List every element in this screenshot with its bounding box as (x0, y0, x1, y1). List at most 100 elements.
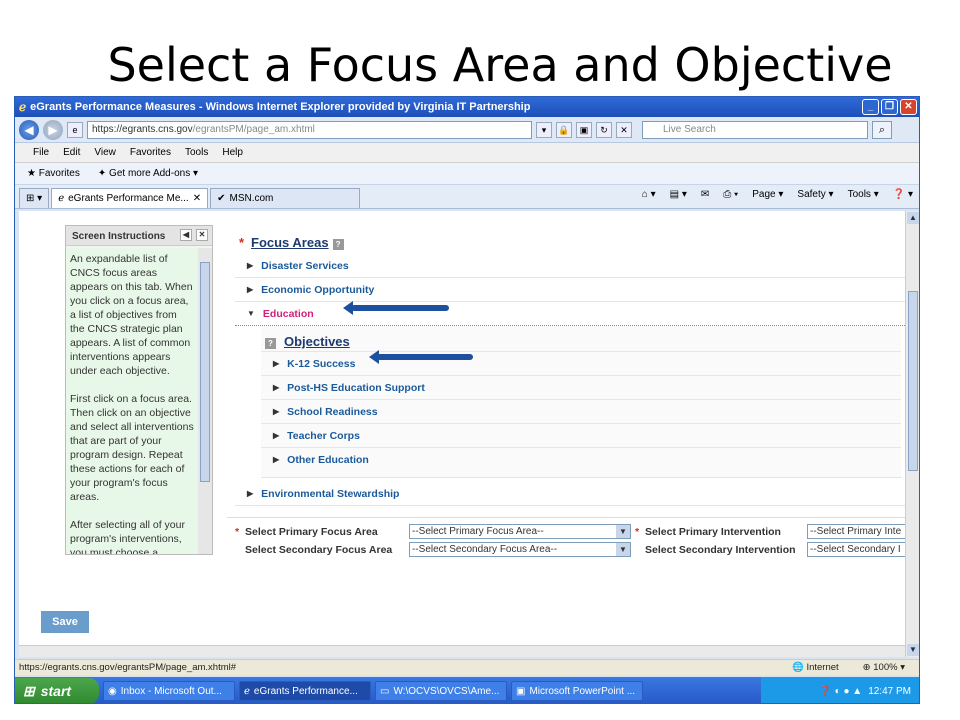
start-button[interactable]: ⊞ start (15, 678, 99, 703)
expand-icon: ▶ (273, 383, 280, 392)
page-vertical-scrollbar[interactable]: ▲ ▼ (905, 211, 919, 657)
msn-icon: ✔ (217, 193, 226, 204)
favorites-button[interactable]: ★ Favorites (27, 168, 80, 179)
addon-icon: ✦ (97, 168, 107, 179)
mail-icon[interactable]: ✉ (701, 189, 709, 200)
favorites-bar: ★ Favorites ✦ Get more Add-ons ▾ (15, 163, 919, 185)
safety-menu[interactable]: Safety ▾ (797, 189, 833, 200)
pointer-arrow-education (343, 301, 449, 315)
compat-icon[interactable]: ▣ (576, 121, 592, 138)
menu-view[interactable]: View (94, 147, 116, 158)
page-icon: e (67, 121, 83, 138)
objective-k12-success[interactable]: ▶ K-12 Success (261, 351, 901, 375)
instructions-scrollbar[interactable] (198, 248, 212, 554)
focus-area-education[interactable]: ▼ Education (235, 302, 905, 326)
chevron-down-icon: ▼ (616, 543, 630, 556)
page-horizontal-scrollbar[interactable] (19, 645, 905, 657)
primary-focus-select[interactable]: --Select Primary Focus Area-- ▼ (409, 524, 631, 539)
primary-intervention-select[interactable]: --Select Primary Inte (807, 524, 907, 539)
menu-file[interactable]: File (33, 147, 49, 158)
expand-icon: ▶ (247, 489, 254, 498)
stop-icon[interactable]: ✕ (616, 121, 632, 138)
powerpoint-icon: ▣ (516, 685, 526, 697)
internet-zone: 🌐 Internet (791, 662, 839, 673)
windows-logo-icon: ⊞ (23, 682, 35, 699)
help-icon[interactable]: ❓ ▾ (893, 189, 913, 200)
print-icon[interactable]: ⎙ ▾ (723, 189, 738, 200)
forward-button[interactable]: ▶ (43, 119, 63, 140)
objectives-list: ? Objectives ▶ K-12 Success ▶ Post-HS Educa… (261, 326, 901, 478)
home-icon[interactable]: ⌂ ▾ (642, 189, 656, 200)
refresh-icon[interactable]: ↻ (596, 121, 612, 138)
help-icon[interactable]: ? (332, 239, 344, 250)
objective-post-hs-education-support[interactable]: ▶ Post-HS Education Support (261, 375, 901, 399)
ie-icon: ℯ (58, 193, 65, 204)
window-titlebar: ℯ eGrants Performance Measures - Windows… (15, 97, 919, 117)
status-url: https://egrants.cns.gov/egrantsPM/page_a… (19, 662, 237, 673)
lock-icon[interactable]: 🔒 (556, 121, 572, 138)
outlook-icon: ◉ (108, 685, 117, 697)
tools-menu[interactable]: Tools ▾ (848, 189, 879, 200)
scroll-down-icon[interactable]: ▼ (907, 644, 919, 656)
objective-teacher-corps[interactable]: ▶ Teacher Corps (261, 423, 901, 447)
search-icon[interactable]: ⌕ (872, 120, 892, 139)
feed-icon[interactable]: ▤ ▾ (670, 189, 687, 200)
restore-button[interactable]: ❐ (881, 99, 898, 115)
windows-taskbar: ⊞ start ◉ Inbox - Microsoft Out... ℯ eGrant… (15, 677, 919, 703)
addons-link[interactable]: ✦ Get more Add-ons ▾ (98, 168, 198, 179)
minimize-button[interactable]: _ (862, 99, 879, 115)
expand-icon: ▶ (247, 285, 254, 294)
close-icon[interactable]: ✕ (193, 193, 201, 204)
close-icon[interactable]: ✕ (196, 229, 208, 241)
taskbar-egrants[interactable]: ℯ eGrants Performance... (239, 681, 371, 701)
scroll-up-icon[interactable]: ▲ (907, 212, 919, 224)
expand-icon: ▶ (273, 455, 280, 464)
objective-other-education[interactable]: ▶ Other Education (261, 447, 901, 471)
address-bar: ◀ ▶ e https://egrants.cns.gov/egrantsPM/… (15, 117, 919, 143)
primary-focus-label: * Select Primary Focus Area (235, 526, 378, 538)
expand-icon: ▶ (273, 431, 280, 440)
menu-favorites[interactable]: Favorites (130, 147, 171, 158)
url-input[interactable]: https://egrants.cns.gov/egrantsPM/page_a… (87, 120, 532, 139)
ie-icon: ℯ (244, 685, 250, 697)
menu-edit[interactable]: Edit (63, 147, 80, 158)
focus-area-economic-opportunity[interactable]: ▶ Economic Opportunity (235, 278, 905, 302)
page-content: Screen Instructions ◀ ✕ An expandable li… (19, 211, 907, 657)
taskbar-folder[interactable]: ▭ W:\OCVS\OVCS\Ame... (375, 681, 507, 701)
zoom-icon: ⊕ (862, 662, 871, 673)
menu-help[interactable]: Help (222, 147, 243, 158)
save-button[interactable]: Save (41, 611, 89, 633)
back-button[interactable]: ◀ (19, 119, 39, 140)
collapse-icon: ▼ (247, 309, 255, 318)
folder-icon: ▭ (380, 685, 390, 697)
primary-intervention-label: * Select Primary Intervention (635, 526, 781, 538)
menu-tools[interactable]: Tools (185, 147, 208, 158)
tab-quick-tabs[interactable]: ⊞ ▾ (19, 188, 50, 208)
search-input[interactable]: Live Search (642, 120, 868, 139)
expand-icon: ▶ (247, 261, 254, 270)
instructions-body: An expandable list of CNCS focus areas a… (66, 248, 198, 554)
instructions-header: Screen Instructions ◀ ✕ (66, 226, 212, 246)
objective-school-readiness[interactable]: ▶ School Readiness (261, 399, 901, 423)
focus-area-environmental-stewardship[interactable]: ▶ Environmental Stewardship (235, 482, 905, 506)
zoom-level[interactable]: ⊕ 100% ▾ (863, 662, 905, 673)
help-icon[interactable]: ? (265, 338, 276, 349)
globe-icon: 🌐 (791, 662, 804, 673)
taskbar-outlook[interactable]: ◉ Inbox - Microsoft Out... (103, 681, 235, 701)
secondary-intervention-select[interactable]: --Select Secondary I (807, 542, 907, 557)
close-button[interactable]: ✕ (900, 99, 917, 115)
focus-areas-panel: * Focus Areas? ▶ Disaster Services ▶ Econom… (235, 231, 905, 506)
browser-window: ℯ eGrants Performance Measures - Windows… (14, 96, 920, 704)
taskbar-powerpoint[interactable]: ▣ Microsoft PowerPoint ... (511, 681, 643, 701)
focus-area-disaster-services[interactable]: ▶ Disaster Services (235, 254, 905, 278)
tab-msn[interactable]: ✔ MSN.com (210, 188, 361, 208)
secondary-focus-select[interactable]: --Select Secondary Focus Area-- ▼ (409, 542, 631, 557)
chevron-down-icon: ▼ (616, 525, 630, 538)
tab-egrants[interactable]: ℯ eGrants Performance Me... ✕ (51, 188, 209, 208)
collapse-icon[interactable]: ◀ (180, 229, 192, 241)
dropdown-icon[interactable]: ▾ (536, 121, 552, 138)
page-menu[interactable]: Page ▾ (752, 189, 783, 200)
screen-instructions-panel: Screen Instructions ◀ ✕ An expandable li… (65, 225, 213, 555)
tray-icons[interactable]: ❓ ◐ ● ▲ (819, 686, 862, 697)
menu-bar: File Edit View Favorites Tools Help (15, 143, 919, 163)
